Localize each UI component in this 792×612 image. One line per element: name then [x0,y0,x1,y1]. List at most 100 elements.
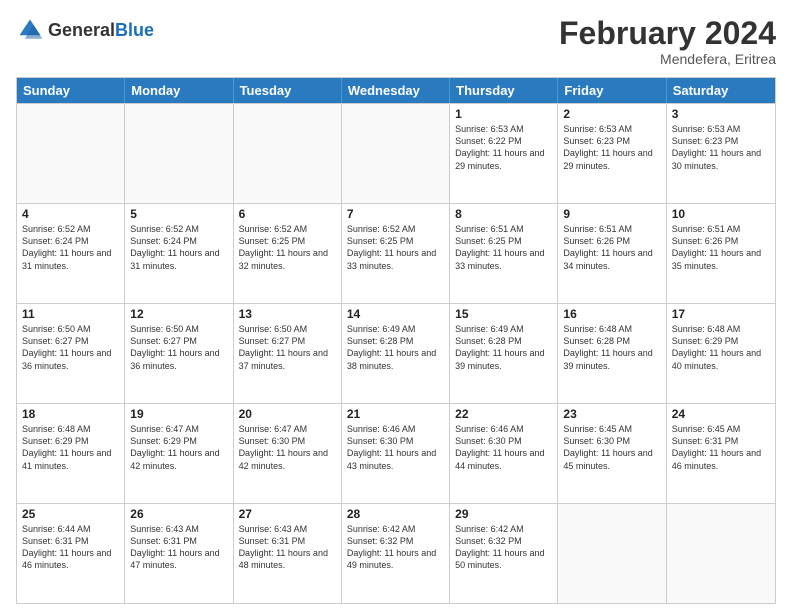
cell-day-number: 21 [347,407,444,421]
calendar-header: SundayMondayTuesdayWednesdayThursdayFrid… [17,78,775,103]
month-year: February 2024 [559,16,776,51]
calendar-page: GeneralBlue February 2024 Mendefera, Eri… [0,0,792,612]
table-row: 5 Sunrise: 6:52 AMSunset: 6:24 PMDaylight… [125,204,233,303]
header-day-friday: Friday [558,78,666,103]
cell-info: Sunrise: 6:45 AMSunset: 6:30 PMDaylight:… [563,423,660,472]
table-row: 24 Sunrise: 6:45 AMSunset: 6:31 PMDayligh… [667,404,775,503]
table-row: 4Sunrise: 6:52 AMSunset: 6:24 PMDaylight… [17,204,125,303]
cell-info: Sunrise: 6:48 AMSunset: 6:28 PMDaylight:… [563,323,660,372]
cell-info: Sunrise: 6:51 AMSunset: 6:25 PMDaylight:… [455,223,552,272]
table-row [125,104,233,203]
cell-info: Sunrise: 6:52 AMSunset: 6:25 PMDaylight:… [239,223,336,272]
cell-info: Sunrise: 6:51 AMSunset: 6:26 PMDaylight:… [672,223,770,272]
cell-day-number: 14 [347,307,444,321]
cell-day-number: 6 [239,207,336,221]
cell-day-number: 10 [672,207,770,221]
table-row: 21 Sunrise: 6:46 AMSunset: 6:30 PMDayligh… [342,404,450,503]
cell-info: Sunrise: 6:42 AMSunset: 6:32 PMDaylight:… [455,523,552,572]
header-day-saturday: Saturday [667,78,775,103]
table-row: 1 Sunrise: 6:53 AMSunset: 6:22 PMDaylight… [450,104,558,203]
table-row: 14 Sunrise: 6:49 AMSunset: 6:28 PMDayligh… [342,304,450,403]
logo-blue: Blue [115,21,154,39]
table-row: 10 Sunrise: 6:51 AMSunset: 6:26 PMDayligh… [667,204,775,303]
cell-info: Sunrise: 6:52 AMSunset: 6:24 PMDaylight:… [130,223,227,272]
cell-day-number: 1 [455,107,552,121]
table-row: 16Sunrise: 6:48 AMSunset: 6:28 PMDayligh… [558,304,666,403]
cell-info: Sunrise: 6:48 AMSunset: 6:29 PMDaylight:… [22,423,119,472]
table-row: 8 Sunrise: 6:51 AMSunset: 6:25 PMDaylight… [450,204,558,303]
calendar: SundayMondayTuesdayWednesdayThursdayFrid… [16,77,776,604]
table-row: 18Sunrise: 6:48 AMSunset: 6:29 PMDayligh… [17,404,125,503]
cell-day-number: 19 [130,407,227,421]
cell-day-number: 2 [563,107,660,121]
header-day-tuesday: Tuesday [234,78,342,103]
week-row-3: 11Sunrise: 6:50 AMSunset: 6:27 PMDayligh… [17,303,775,403]
table-row [558,504,666,603]
week-row-4: 18Sunrise: 6:48 AMSunset: 6:29 PMDayligh… [17,403,775,503]
cell-info: Sunrise: 6:53 AMSunset: 6:23 PMDaylight:… [563,123,660,172]
table-row: 2 Sunrise: 6:53 AMSunset: 6:23 PMDaylight… [558,104,666,203]
logo-text: GeneralBlue [48,21,154,39]
cell-day-number: 29 [455,507,552,521]
table-row: 3 Sunrise: 6:53 AMSunset: 6:23 PMDaylight… [667,104,775,203]
location: Mendefera, Eritrea [559,51,776,67]
cell-day-number: 8 [455,207,552,221]
cell-info: Sunrise: 6:43 AMSunset: 6:31 PMDaylight:… [239,523,336,572]
table-row: 17Sunrise: 6:48 AMSunset: 6:29 PMDayligh… [667,304,775,403]
calendar-body: 1 Sunrise: 6:53 AMSunset: 6:22 PMDaylight… [17,103,775,603]
table-row [234,104,342,203]
header-day-thursday: Thursday [450,78,558,103]
cell-day-number: 26 [130,507,227,521]
table-row: 20 Sunrise: 6:47 AMSunset: 6:30 PMDayligh… [234,404,342,503]
cell-info: Sunrise: 6:43 AMSunset: 6:31 PMDaylight:… [130,523,227,572]
cell-info: Sunrise: 6:49 AMSunset: 6:28 PMDaylight:… [455,323,552,372]
cell-day-number: 3 [672,107,770,121]
cell-day-number: 17 [672,307,770,321]
table-row: 29 Sunrise: 6:42 AMSunset: 6:32 PMDayligh… [450,504,558,603]
cell-day-number: 24 [672,407,770,421]
table-row: 15 Sunrise: 6:49 AMSunset: 6:28 PMDayligh… [450,304,558,403]
table-row: 23Sunrise: 6:45 AMSunset: 6:30 PMDayligh… [558,404,666,503]
cell-info: Sunrise: 6:44 AMSunset: 6:31 PMDaylight:… [22,523,119,572]
cell-day-number: 4 [22,207,119,221]
table-row: 26 Sunrise: 6:43 AMSunset: 6:31 PMDayligh… [125,504,233,603]
cell-day-number: 27 [239,507,336,521]
cell-info: Sunrise: 6:45 AMSunset: 6:31 PMDaylight:… [672,423,770,472]
cell-info: Sunrise: 6:53 AMSunset: 6:23 PMDaylight:… [672,123,770,172]
cell-day-number: 25 [22,507,119,521]
cell-day-number: 22 [455,407,552,421]
cell-day-number: 20 [239,407,336,421]
cell-day-number: 13 [239,307,336,321]
header-day-wednesday: Wednesday [342,78,450,103]
cell-info: Sunrise: 6:53 AMSunset: 6:22 PMDaylight:… [455,123,552,172]
table-row: 27 Sunrise: 6:43 AMSunset: 6:31 PMDayligh… [234,504,342,603]
cell-info: Sunrise: 6:52 AMSunset: 6:25 PMDaylight:… [347,223,444,272]
table-row: 28 Sunrise: 6:42 AMSunset: 6:32 PMDayligh… [342,504,450,603]
cell-info: Sunrise: 6:49 AMSunset: 6:28 PMDaylight:… [347,323,444,372]
table-row [342,104,450,203]
cell-day-number: 15 [455,307,552,321]
table-row: 19 Sunrise: 6:47 AMSunset: 6:29 PMDayligh… [125,404,233,503]
header: GeneralBlue February 2024 Mendefera, Eri… [16,16,776,67]
header-day-sunday: Sunday [17,78,125,103]
week-row-5: 25 Sunrise: 6:44 AMSunset: 6:31 PMDayligh… [17,503,775,603]
title-block: February 2024 Mendefera, Eritrea [559,16,776,67]
cell-day-number: 9 [563,207,660,221]
table-row: 12Sunrise: 6:50 AMSunset: 6:27 PMDayligh… [125,304,233,403]
table-row: 11Sunrise: 6:50 AMSunset: 6:27 PMDayligh… [17,304,125,403]
cell-info: Sunrise: 6:46 AMSunset: 6:30 PMDaylight:… [347,423,444,472]
cell-day-number: 5 [130,207,227,221]
cell-info: Sunrise: 6:42 AMSunset: 6:32 PMDaylight:… [347,523,444,572]
logo: GeneralBlue [16,16,154,44]
cell-info: Sunrise: 6:47 AMSunset: 6:30 PMDaylight:… [239,423,336,472]
table-row: 7 Sunrise: 6:52 AMSunset: 6:25 PMDaylight… [342,204,450,303]
table-row: 13Sunrise: 6:50 AMSunset: 6:27 PMDayligh… [234,304,342,403]
logo-icon [16,16,44,44]
cell-day-number: 28 [347,507,444,521]
cell-info: Sunrise: 6:47 AMSunset: 6:29 PMDaylight:… [130,423,227,472]
cell-day-number: 7 [347,207,444,221]
table-row: 22 Sunrise: 6:46 AMSunset: 6:30 PMDayligh… [450,404,558,503]
cell-info: Sunrise: 6:46 AMSunset: 6:30 PMDaylight:… [455,423,552,472]
week-row-1: 1 Sunrise: 6:53 AMSunset: 6:22 PMDaylight… [17,103,775,203]
table-row [17,104,125,203]
